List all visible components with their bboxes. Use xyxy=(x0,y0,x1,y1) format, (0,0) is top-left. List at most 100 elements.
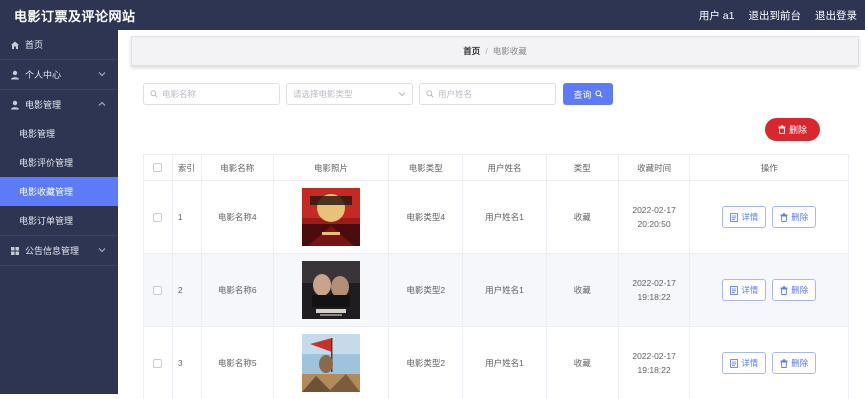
table-row: 1 电影名称4 电影类型4 用户姓名1 收藏 2022-02-17 20:20:… xyxy=(144,180,848,253)
favorite-time: 2022-02-17 19:18:22 xyxy=(619,254,691,326)
search-icon xyxy=(150,90,158,98)
home-icon xyxy=(10,40,20,50)
sidebar-item-home[interactable]: 首页 xyxy=(0,30,118,59)
back-to-frontend-link[interactable]: 退出到前台 xyxy=(749,8,802,23)
sidebar-item-label: 首页 xyxy=(25,40,44,50)
sidebar: 首页 个人中心 电影管理 电影管理 电影评价管理 电影收藏管理 电影订单管理 公… xyxy=(0,30,118,394)
column-header: 类型 xyxy=(547,155,619,180)
breadcrumb: 首页 / 电影收藏 xyxy=(131,36,859,66)
table-row: 2 电影名称6 电影类型2 用户姓名1 收藏 2022-02-17 19:18:… xyxy=(144,253,848,326)
row-index: 1 xyxy=(173,181,202,253)
row-checkbox[interactable] xyxy=(153,285,163,295)
trash-icon xyxy=(778,125,786,134)
breadcrumb-home[interactable]: 首页 xyxy=(463,45,480,57)
operations-cell: 详情 删除 xyxy=(690,181,848,253)
user-name-placeholder: 用户姓名 xyxy=(438,89,473,99)
chevron-down-icon xyxy=(98,248,106,253)
user-icon xyxy=(10,100,20,110)
document-icon xyxy=(730,212,739,222)
batch-delete-button[interactable]: 删除 xyxy=(765,118,820,141)
row-delete-button[interactable]: 删除 xyxy=(772,279,817,301)
column-header: 电影照片 xyxy=(274,155,390,180)
row-select-cell xyxy=(144,254,173,326)
trash-icon xyxy=(780,212,788,222)
logout-link[interactable]: 退出登录 xyxy=(815,8,857,23)
row-index: 2 xyxy=(173,254,202,326)
sidebar-divider xyxy=(0,265,118,266)
select-all-checkbox[interactable] xyxy=(153,163,163,172)
movie-type: 电影类型2 xyxy=(389,254,464,326)
column-header: 收藏时间 xyxy=(619,155,691,180)
site-title: 电影订票及评论网站 xyxy=(14,8,136,24)
detail-button-label: 详情 xyxy=(741,212,759,222)
movie-photo-cell xyxy=(274,181,390,253)
trash-icon xyxy=(780,285,788,295)
sidebar-item-announcement-management[interactable]: 公告信息管理 xyxy=(0,236,118,265)
chevron-down-icon xyxy=(98,72,106,77)
query-button[interactable]: 查询 xyxy=(563,83,613,105)
row-checkbox[interactable] xyxy=(153,212,163,222)
document-icon xyxy=(730,358,739,368)
row-select-cell xyxy=(144,181,173,253)
operations-cell: 详情 删除 xyxy=(690,327,848,399)
user-icon xyxy=(10,70,20,80)
detail-button-label: 详情 xyxy=(741,358,759,368)
top-bar: 电影订票及评论网站 用户 a1 退出到前台 退出登录 xyxy=(0,0,865,30)
row-select-cell xyxy=(144,327,173,399)
breadcrumb-separator: / xyxy=(485,46,488,56)
table-header-row: 索引 电影名称 电影照片 电影类型 用户姓名 类型 收藏时间 操作 xyxy=(144,154,848,180)
row-checkbox[interactable] xyxy=(153,358,163,368)
movie-name: 电影名称4 xyxy=(202,181,274,253)
user-name: 用户姓名1 xyxy=(463,254,547,326)
breadcrumb-current: 电影收藏 xyxy=(492,46,527,56)
movie-type: 电影类型2 xyxy=(389,327,464,399)
query-button-label: 查询 xyxy=(573,89,592,100)
favorites-table: 索引 电影名称 电影照片 电影类型 用户姓名 类型 收藏时间 操作 1 电影名称… xyxy=(143,154,849,399)
batch-delete-label: 删除 xyxy=(788,125,807,135)
grid-icon xyxy=(10,246,20,256)
user-name-input[interactable]: 用户姓名 xyxy=(419,83,556,105)
sidebar-item-personal-center[interactable]: 个人中心 xyxy=(0,60,118,89)
detail-button[interactable]: 详情 xyxy=(722,206,767,228)
column-header: 用户姓名 xyxy=(463,155,547,180)
sidebar-subitem-movie-management[interactable]: 电影管理 xyxy=(0,119,118,148)
row-delete-button[interactable]: 删除 xyxy=(772,206,817,228)
movie-type-select[interactable]: 请选择电影类型 xyxy=(286,83,413,105)
movie-poster-image xyxy=(301,261,360,319)
movie-type-placeholder: 请选择电影类型 xyxy=(293,89,353,99)
select-all-cell xyxy=(144,155,173,180)
movie-poster-image xyxy=(301,188,360,246)
movie-name-input[interactable]: 电影名称 xyxy=(143,83,280,105)
chevron-down-icon xyxy=(398,92,406,97)
top-right-links: 用户 a1 退出到前台 退出登录 xyxy=(699,8,857,23)
row-delete-button[interactable]: 删除 xyxy=(772,352,817,374)
table-row: 3 电影名称5 电影类型2 用户姓名1 收藏 2022-02-17 19:18:… xyxy=(144,326,848,399)
favorite-time: 2022-02-17 19:18:22 xyxy=(619,327,691,399)
sidebar-subitem-movie-order-management[interactable]: 电影订单管理 xyxy=(0,206,118,235)
movie-name: 电影名称5 xyxy=(202,327,274,399)
movie-name-placeholder: 电影名称 xyxy=(162,89,197,99)
sidebar-item-label: 个人中心 xyxy=(25,70,62,80)
movie-name: 电影名称6 xyxy=(202,254,274,326)
sidebar-subitem-movie-review-management[interactable]: 电影评价管理 xyxy=(0,148,118,177)
column-header: 电影名称 xyxy=(202,155,274,180)
detail-button[interactable]: 详情 xyxy=(722,352,767,374)
sidebar-item-movie-management[interactable]: 电影管理 xyxy=(0,90,118,119)
detail-button-label: 详情 xyxy=(741,285,759,295)
row-delete-label: 删除 xyxy=(791,212,809,222)
column-header: 电影类型 xyxy=(389,155,464,180)
search-icon xyxy=(594,90,603,98)
user-label: 用户 a1 xyxy=(698,9,735,22)
search-icon xyxy=(426,90,434,98)
sidebar-item-label: 电影管理 xyxy=(25,100,62,110)
category: 收藏 xyxy=(547,181,619,253)
movie-type: 电影类型4 xyxy=(389,181,464,253)
detail-button[interactable]: 详情 xyxy=(722,279,767,301)
column-header: 操作 xyxy=(760,162,778,173)
main-content: 首页 / 电影收藏 电影名称 请选择电影类型 用户姓名 查询 删除 索引 电影名… xyxy=(118,30,865,399)
search-bar: 电影名称 请选择电影类型 用户姓名 查询 xyxy=(143,83,613,105)
sidebar-item-label: 公告信息管理 xyxy=(25,246,80,256)
user-name: 用户姓名1 xyxy=(463,327,547,399)
sidebar-subitem-movie-favorites-management[interactable]: 电影收藏管理 xyxy=(0,177,118,206)
row-index: 3 xyxy=(173,327,202,399)
